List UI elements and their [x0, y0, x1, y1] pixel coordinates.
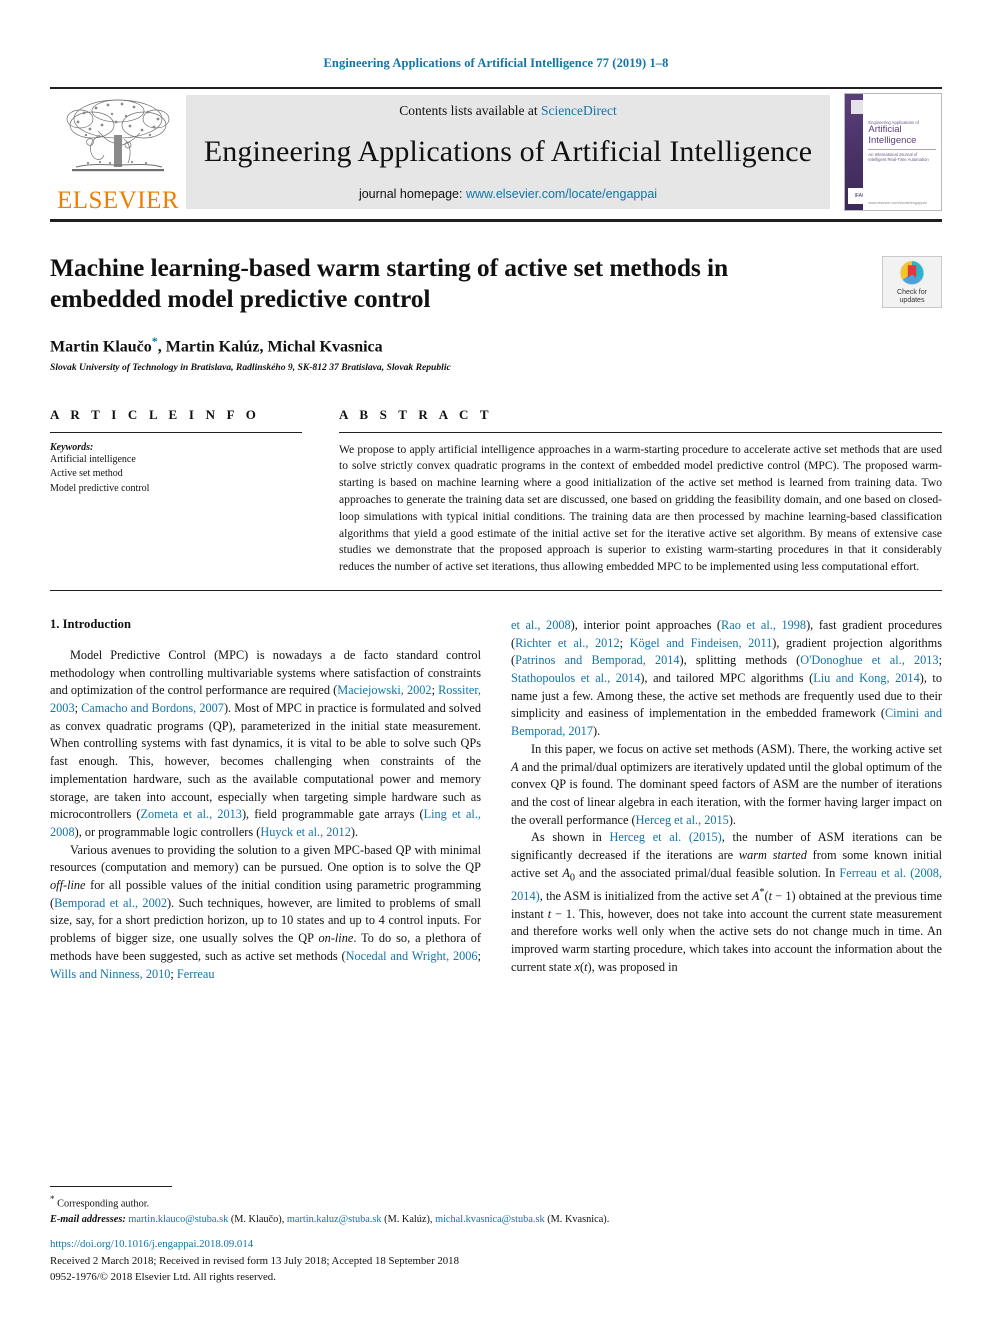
citation-link[interactable]: Stathopoulos et al., 2014 — [511, 671, 640, 685]
citation-link[interactable]: Cimini and Bemporad, 2017 — [511, 706, 942, 738]
received-dates: Received 2 March 2018; Received in revis… — [50, 1254, 459, 1267]
corresponding-author-note: * Corresponding author. — [50, 1193, 942, 1212]
paragraph: Model Predictive Control (MPC) is nowada… — [50, 647, 481, 839]
masthead-band: Contents lists available at ScienceDirec… — [186, 95, 830, 209]
email-link[interactable]: michal.kvasnica@stuba.sk — [435, 1214, 545, 1225]
contents-prefix: Contents lists available at — [399, 103, 538, 118]
keyword-item: Model predictive control — [50, 482, 150, 494]
author-list: Martin Klaučo*, Martin Kalúz, Michal Kva… — [50, 334, 383, 356]
citation-link[interactable]: Zometa et al., 2013 — [141, 807, 242, 821]
email-owner: (M. Kalúz) — [384, 1213, 430, 1225]
journal-cover-thumbnail: IFAC Engineering Applications of Artific… — [844, 93, 942, 211]
email-label: E-mail addresses: — [50, 1213, 126, 1225]
citation-link[interactable]: Wills and Ninness, 2010 — [50, 967, 170, 981]
citation-link[interactable]: Maciejowski, 2002 — [337, 683, 431, 697]
elsevier-logo: ELSEVIER — [50, 89, 186, 215]
crossmark-label: Check for updates — [897, 288, 927, 304]
abstract-text: We propose to apply artificial intellige… — [339, 442, 942, 574]
journal-homepage-line: journal homepage: www.elsevier.com/locat… — [359, 187, 657, 201]
copyright-line: 0952-1976/© 2018 Elsevier Ltd. All right… — [50, 1270, 276, 1283]
page-footer: https://doi.org/10.1016/j.engappai.2018.… — [50, 1236, 942, 1285]
citation-link[interactable]: Ferreau et al. (2008, 2014) — [511, 866, 942, 903]
citation-link[interactable]: Bemporad et al., 2002 — [54, 896, 167, 910]
section-heading-introduction: 1. Introduction — [50, 616, 131, 631]
footnote-rule — [50, 1185, 172, 1187]
paragraph: Various avenues to providing the solutio… — [50, 842, 481, 981]
citation-link[interactable]: Herceg et al., 2015 — [636, 813, 729, 827]
cover-rule — [868, 148, 936, 150]
email-link[interactable]: martin.kaluz@stuba.sk — [287, 1214, 382, 1225]
abstract-rule — [339, 431, 942, 433]
body-column-right: et al., 2008), interior point approaches… — [511, 617, 942, 983]
article-info-heading: A R T I C L E I N F O — [50, 406, 261, 422]
citation-link[interactable]: Kögel and Findeisen, 2011 — [630, 636, 773, 650]
keyword-item: Artificial intelligence — [50, 453, 136, 465]
abstract-column: A B S T R A C T We propose to apply arti… — [339, 407, 942, 576]
email-addresses-note: E-mail addresses: martin.klauco@stuba.sk… — [50, 1213, 610, 1225]
page-title: Machine learning-based warm starting of … — [50, 253, 729, 314]
abstract-heading: A B S T R A C T — [339, 406, 493, 422]
contents-available-line: Contents lists available at ScienceDirec… — [399, 103, 616, 119]
citation-link[interactable]: Liu and Kong, 2014 — [813, 671, 919, 685]
keyword-item: Active set method — [50, 468, 123, 480]
footnote-area: * Corresponding author. E-mail addresses… — [50, 1185, 942, 1227]
cover-footer-url: www.elsevier.com/locate/engappai — [868, 201, 927, 205]
citation-link[interactable]: Ferreau — [177, 967, 215, 981]
citation-link[interactable]: Herceg et al. (2015) — [609, 830, 721, 844]
body-columns: 1. Introduction Model Predictive Control… — [50, 617, 942, 983]
paragraph: In this paper, we focus on active set me… — [511, 741, 942, 827]
cover-title-line2: Intelligence — [868, 134, 917, 146]
email-link[interactable]: martin.klauco@stuba.sk — [128, 1214, 228, 1225]
corresponding-author-text: Corresponding author. — [57, 1198, 150, 1210]
crossmark-badge[interactable]: Check for updates — [882, 256, 942, 308]
homepage-prefix: journal homepage: — [358, 187, 463, 201]
journal-homepage-link[interactable]: www.elsevier.com/locate/engappai — [466, 187, 657, 201]
elsevier-wordmark: ELSEVIER — [56, 187, 180, 214]
keywords-label: Keywords: — [50, 441, 94, 453]
email-owner: (M. Kvasnica). — [547, 1213, 610, 1225]
doi-line: https://doi.org/10.1016/j.engappai.2018.… — [50, 1236, 942, 1252]
citation-link[interactable]: Huyck et al., 2012 — [260, 825, 351, 839]
article-info-rule — [50, 431, 302, 433]
cover-front: Engineering Applications of Artificial I… — [863, 94, 941, 210]
body-column-left: 1. Introduction Model Predictive Control… — [50, 617, 481, 983]
check-for-updates-icon — [899, 260, 925, 286]
cover-title-line1: Artificial — [868, 124, 902, 136]
affiliation: Slovak University of Technology in Brati… — [50, 361, 451, 373]
doi-link[interactable]: https://doi.org/10.1016/j.engappai.2018.… — [50, 1238, 253, 1250]
title-block: Machine learning-based warm starting of … — [50, 252, 942, 373]
corresponding-author-marker: * — [151, 334, 158, 349]
citation-link[interactable]: Patrinos and Bemporad, 2014 — [515, 653, 679, 667]
paragraph: et al., 2008), interior point approaches… — [511, 617, 942, 739]
journal-masthead: ELSEVIER Contents lists available at Sci… — [50, 87, 942, 215]
citation-link[interactable]: Richter et al., 2012 — [515, 636, 620, 650]
running-head: Engineering Applications of Artificial I… — [323, 56, 669, 70]
email-owner: (M. Klaučo) — [230, 1213, 282, 1225]
cover-tagline: An International Journal of Intelligent … — [868, 151, 929, 162]
cover-spine: IFAC — [845, 94, 872, 210]
info-abstract-section: A R T I C L E I N F O Keywords: Artifici… — [50, 407, 942, 591]
footnote-star-icon: * — [50, 1193, 55, 1204]
citation-link[interactable]: Rao et al., 1998 — [721, 618, 806, 632]
sciencedirect-link[interactable]: ScienceDirect — [541, 103, 617, 118]
masthead-bottom-rule — [50, 219, 942, 222]
citation-link[interactable]: et al., 2008 — [511, 618, 571, 632]
citation-link[interactable]: Camacho and Bordons, 2007 — [81, 701, 224, 715]
journal-title: Engineering Applications of Artificial I… — [203, 135, 813, 168]
article-info-column: A R T I C L E I N F O Keywords: Artifici… — [50, 407, 302, 576]
article-page: Engineering Applications of Artificial I… — [0, 0, 992, 1323]
citation-link[interactable]: Nocedal and Wright, 2006 — [346, 949, 478, 963]
paragraph: As shown in Herceg et al. (2015), the nu… — [511, 830, 943, 974]
elsevier-tree-icon — [66, 99, 170, 172]
citation-link[interactable]: O'Donoghue et al., 2013 — [800, 653, 938, 667]
